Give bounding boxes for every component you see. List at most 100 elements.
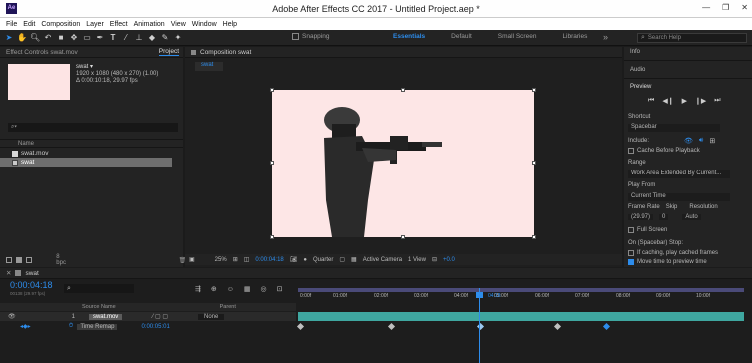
frame-rate-dropdown[interactable]: (29.97) bbox=[628, 214, 654, 220]
project-search-input[interactable]: ⌕▾ bbox=[8, 123, 178, 132]
puppet-tool-icon[interactable]: ✦ bbox=[173, 33, 183, 43]
range-dropdown[interactable]: Work Area Extended By Current... bbox=[628, 170, 730, 178]
column-name-header[interactable]: Name bbox=[18, 141, 34, 147]
include-video-icon[interactable]: 👁︎ bbox=[684, 137, 693, 145]
play-icon[interactable]: ▶ bbox=[682, 97, 687, 105]
composition-canvas[interactable] bbox=[270, 88, 536, 239]
stamp-tool-icon[interactable]: ⊥ bbox=[134, 33, 144, 43]
zoom-tool-icon[interactable]: 🔍︎ bbox=[30, 33, 40, 43]
search-help-box[interactable]: ⌕ Search Help bbox=[637, 33, 747, 43]
include-overlay-icon[interactable]: ⊞ bbox=[709, 137, 715, 145]
first-frame-icon[interactable]: ⏮ bbox=[648, 97, 654, 105]
comp-mini-flowchart-icon[interactable]: ⇶ bbox=[195, 285, 201, 293]
tab-preview[interactable]: Preview bbox=[630, 84, 651, 90]
menu-file[interactable]: File bbox=[6, 21, 17, 28]
transparency-grid-icon[interactable]: ▦ bbox=[351, 256, 357, 263]
tab-info[interactable]: Info bbox=[630, 49, 640, 55]
brush-tool-icon[interactable]: ⁄ bbox=[121, 33, 131, 43]
menu-view[interactable]: View bbox=[171, 21, 186, 28]
tab-effect-controls[interactable]: Effect Controls swat.mov bbox=[6, 49, 78, 56]
play-from-dropdown[interactable]: Current Time bbox=[628, 193, 730, 201]
menu-layer[interactable]: Layer bbox=[86, 21, 104, 28]
maximize-button[interactable]: ❐ bbox=[722, 3, 729, 12]
lock-icon[interactable] bbox=[191, 49, 196, 55]
work-area-bar[interactable] bbox=[298, 288, 744, 292]
workspace-essentials[interactable]: Essentials bbox=[393, 33, 425, 40]
zoom-dropdown[interactable]: 25% bbox=[215, 257, 227, 263]
toggle-mask-icon[interactable]: ▣ bbox=[189, 256, 195, 263]
full-screen-checkbox[interactable] bbox=[628, 227, 634, 233]
if-caching-checkbox[interactable] bbox=[628, 250, 634, 256]
snapshot-icon[interactable]: 📷︎ bbox=[290, 256, 298, 263]
menu-composition[interactable]: Composition bbox=[41, 21, 80, 28]
exposure-value[interactable]: +0.0 bbox=[443, 257, 455, 263]
include-audio-icon[interactable]: 🔊︎ bbox=[699, 137, 703, 145]
move-time-checkbox[interactable] bbox=[628, 259, 634, 265]
draft-3d-icon[interactable]: ⊕ bbox=[211, 285, 217, 293]
resolution-dropdown[interactable]: Quarter bbox=[313, 257, 333, 263]
list-item[interactable]: swat.mov bbox=[0, 149, 172, 158]
color-channel-icon[interactable]: ● bbox=[303, 257, 307, 263]
bpc-label[interactable]: 8 bpc bbox=[56, 254, 68, 266]
close-button[interactable]: ✕ bbox=[741, 3, 748, 12]
timeline-timecode[interactable]: 0:00:04:18 bbox=[10, 280, 53, 290]
menu-help[interactable]: Help bbox=[223, 21, 237, 28]
keyframe[interactable] bbox=[387, 322, 396, 331]
tab-composition[interactable]: Composition swat bbox=[200, 49, 251, 56]
shy-layers-icon[interactable]: ☺ bbox=[227, 286, 234, 293]
tab-timeline-swat[interactable]: swat bbox=[25, 270, 38, 277]
playhead-handle[interactable] bbox=[476, 292, 483, 298]
camera-tool-icon[interactable]: ■ bbox=[56, 33, 66, 43]
selection-tool-icon[interactable]: ➤ bbox=[4, 33, 14, 43]
layer-duration-bar[interactable] bbox=[298, 312, 744, 321]
interpret-footage-icon[interactable] bbox=[6, 257, 13, 263]
snapping-checkbox[interactable] bbox=[292, 33, 299, 40]
comp-timecode[interactable]: 0:00:04:18 bbox=[255, 257, 283, 263]
stopwatch-icon[interactable]: ⏱ bbox=[69, 323, 74, 330]
tab-project[interactable]: Project bbox=[158, 48, 179, 56]
parent-dropdown[interactable]: None bbox=[198, 313, 225, 320]
frame-blending-icon[interactable]: ▦ bbox=[244, 285, 251, 293]
roi-icon[interactable]: ▢ bbox=[339, 256, 345, 263]
column-parent[interactable]: Parent bbox=[220, 304, 236, 310]
motion-blur-icon[interactable]: ◎ bbox=[261, 285, 267, 293]
workspace-libraries[interactable]: Libraries bbox=[562, 33, 587, 40]
rotate-tool-icon[interactable]: ↶ bbox=[43, 33, 53, 43]
pan-behind-icon[interactable]: ✥ bbox=[69, 33, 79, 43]
playhead[interactable] bbox=[479, 288, 480, 363]
keyframe[interactable] bbox=[296, 322, 305, 331]
pen-tool-icon[interactable]: ✒ bbox=[95, 33, 105, 43]
new-folder-icon[interactable] bbox=[16, 257, 23, 263]
close-tab-icon[interactable]: ✕ bbox=[6, 269, 11, 277]
column-source-name[interactable]: Source Name bbox=[82, 304, 116, 310]
tab-audio[interactable]: Audio bbox=[630, 67, 645, 73]
list-item[interactable]: swat bbox=[0, 158, 172, 167]
next-frame-icon[interactable]: ❙▶ bbox=[695, 97, 706, 105]
keyframe[interactable] bbox=[553, 322, 562, 331]
region-icon[interactable]: ◫ bbox=[244, 256, 250, 263]
menu-edit[interactable]: Edit bbox=[23, 21, 35, 28]
cache-before-checkbox[interactable] bbox=[628, 148, 634, 154]
comp-subtab[interactable]: swat bbox=[195, 62, 223, 71]
previous-frame-icon[interactable]: ◀❙ bbox=[662, 97, 673, 105]
roto-brush-icon[interactable]: ✎ bbox=[160, 33, 170, 43]
rectangle-tool-icon[interactable]: ▭ bbox=[82, 33, 92, 43]
last-frame-icon[interactable]: ⏭ bbox=[714, 97, 720, 105]
layer-name[interactable]: swat.mov bbox=[88, 313, 123, 320]
property-value[interactable]: 0:00:05:01 bbox=[141, 324, 169, 330]
views-dropdown[interactable]: 1 View bbox=[408, 257, 426, 263]
text-tool-icon[interactable]: T bbox=[108, 33, 118, 43]
new-composition-icon[interactable] bbox=[26, 257, 33, 263]
table-row[interactable]: 👁︎ 1 swat.mov ⁄ ▢ ▢ None bbox=[0, 312, 296, 321]
workspace-overflow-chevron[interactable]: » bbox=[603, 32, 608, 42]
layer-switches[interactable]: ⁄ ▢ ▢ bbox=[152, 313, 168, 320]
grid-icon[interactable]: ⊞ bbox=[233, 256, 238, 263]
visibility-icon[interactable]: 👁︎ bbox=[8, 313, 16, 320]
skip-dropdown[interactable]: 0 bbox=[659, 214, 669, 220]
minimize-button[interactable]: — bbox=[702, 3, 710, 12]
workspace-small-screen[interactable]: Small Screen bbox=[498, 33, 537, 40]
workspace-default[interactable]: Default bbox=[451, 33, 472, 40]
timeline-search-input[interactable]: ⌕ bbox=[64, 284, 134, 293]
eraser-tool-icon[interactable]: ◆ bbox=[147, 33, 157, 43]
resolution-dropdown[interactable]: Auto bbox=[682, 214, 701, 220]
